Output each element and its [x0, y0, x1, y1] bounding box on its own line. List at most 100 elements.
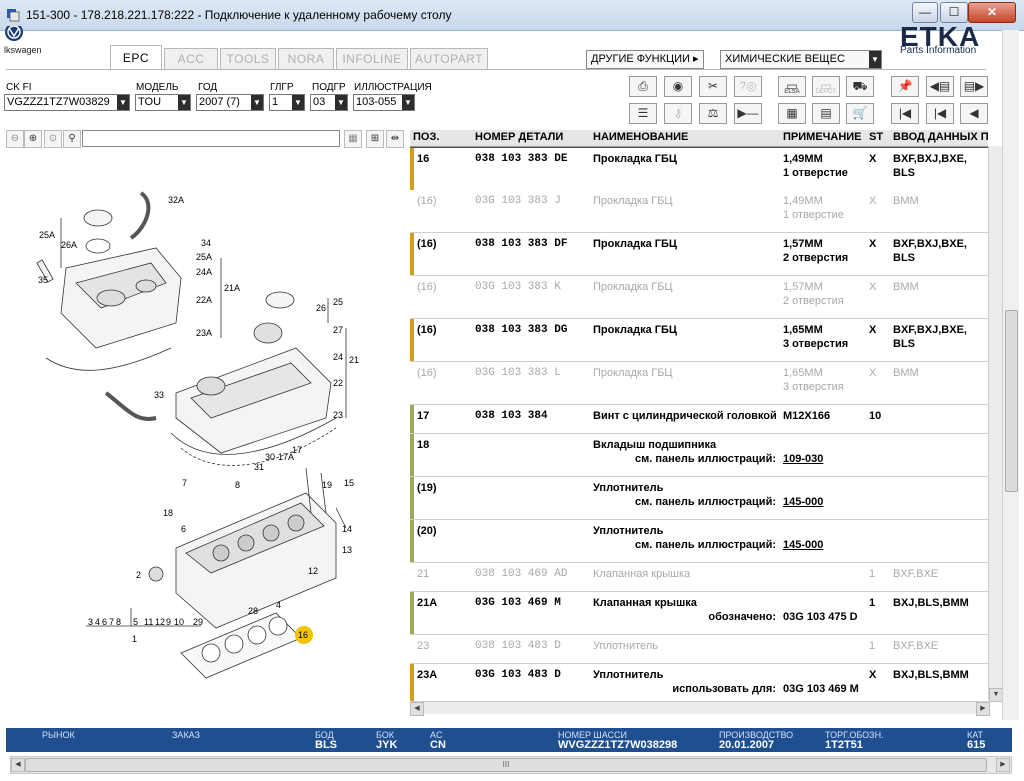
- row-marker: [410, 563, 414, 591]
- cell-input: BXF,BXJ,BXE,: [893, 153, 967, 165]
- table-row[interactable]: (20) Уплотнитель см. панель иллюстраций: 14…: [410, 520, 988, 563]
- prev-page-button[interactable]: ◀▤: [926, 76, 954, 97]
- illustration-search-input[interactable]: [82, 130, 340, 147]
- cell-name: Прокладка ГБЦ: [593, 324, 677, 336]
- model-select[interactable]: TOU ▼: [135, 94, 191, 111]
- other-functions-button[interactable]: ДРУГИЕ ФУНКЦИИ ▸: [586, 50, 704, 69]
- col-part-number[interactable]: НОМЕР ДЕТАЛИ: [475, 131, 563, 143]
- table-row[interactable]: (16) 03G 103 383 L Прокладка ГБЦ 1,65MM 3 от…: [410, 362, 988, 405]
- cart-button[interactable]: 🛒: [846, 103, 874, 124]
- col-note[interactable]: ПРИМЕЧАНИЕ: [783, 131, 862, 143]
- table-row[interactable]: (19) Уплотнитель см. панель иллюстраций: 14…: [410, 477, 988, 520]
- table-row[interactable]: 21A 03G 103 469 M Клапанная крышка 1 BXJ,BLS…: [410, 592, 988, 635]
- tab-autopart[interactable]: AUTOPART: [410, 48, 488, 70]
- close-button[interactable]: ✕: [968, 2, 1016, 23]
- zoom-fit-icon[interactable]: ⊙: [44, 130, 62, 148]
- cell-note: 1,65MM: [783, 324, 823, 336]
- scroll-left-icon[interactable]: ◀: [410, 702, 424, 716]
- cell-ref-label: см. панель иллюстраций:: [635, 453, 776, 465]
- cell-pos: (16): [417, 195, 437, 207]
- back-button[interactable]: |◀: [926, 103, 954, 124]
- col-st[interactable]: ST: [869, 131, 883, 143]
- illustration-link[interactable]: 145-000: [783, 538, 823, 552]
- help-button[interactable]: ?◎: [734, 76, 762, 97]
- tab-epc[interactable]: EPC: [110, 45, 162, 71]
- key-button[interactable]: ⚷: [664, 103, 692, 124]
- cell-name: Винт с цилиндрической головкой: [593, 410, 777, 422]
- scroll-down-icon[interactable]: ▼: [989, 688, 1003, 702]
- notes-button[interactable]: ▤: [812, 103, 840, 124]
- col-name[interactable]: НАИМЕНОВАНИЕ: [593, 131, 688, 143]
- tab-tools[interactable]: TOOLS: [220, 48, 276, 70]
- remote-horizontal-scrollbar[interactable]: ◀ III ▶: [10, 756, 1012, 774]
- table-row[interactable]: (16) 038 103 383 DG Прокладка ГБЦ 1,65MM 3 о…: [410, 319, 988, 362]
- table-vertical-scrollbar[interactable]: ▼: [988, 146, 1003, 702]
- window-title: 151-300 - 178.218.221.178:222 - Подключе…: [26, 8, 452, 22]
- callout-label: 6: [102, 617, 107, 627]
- tab-acc[interactable]: ACC: [164, 48, 218, 70]
- tools-button[interactable]: ✂: [699, 76, 727, 97]
- tab-nora[interactable]: NORA: [278, 48, 334, 70]
- cart-add-button[interactable]: ⛟: [846, 76, 874, 97]
- elsa-button[interactable]: ▭ ELSA: [778, 76, 806, 97]
- year-select[interactable]: 2007 (7) ▼: [196, 94, 264, 111]
- window-titlebar[interactable]: 151-300 - 178.218.221.178:222 - Подключе…: [0, 0, 1024, 31]
- illustration-select[interactable]: 103-055 ▼: [353, 94, 415, 111]
- disc-button[interactable]: ◉: [664, 76, 692, 97]
- depot-button[interactable]: ▭ DEPOT: [812, 76, 840, 97]
- chemicals-dropdown[interactable]: ХИМИЧЕСКИЕ ВЕЩЕС ▼: [720, 50, 882, 69]
- table-row[interactable]: 18 Вкладыш подшипника см. панель иллюстрац…: [410, 434, 988, 477]
- table-row[interactable]: 23 038 103 483 D Уплотнитель 1 BXF,BXE: [410, 635, 988, 664]
- vin-select[interactable]: VGZZZ1TZ7W03829 ▼: [4, 94, 130, 111]
- table-row[interactable]: 16 038 103 383 DE Прокладка ГБЦ 1,49MM 1 отв…: [410, 147, 989, 191]
- table-row[interactable]: 21 038 103 469 AD Клапанная крышка 1 BXF,BXE: [410, 563, 988, 592]
- maximize-button[interactable]: ☐: [940, 2, 968, 23]
- collapse-button[interactable]: ▶—: [734, 103, 762, 124]
- first-button[interactable]: |◀: [891, 103, 919, 124]
- search-icon[interactable]: ⚲: [63, 130, 81, 148]
- grid-disabled-icon[interactable]: ▦: [344, 130, 362, 148]
- split-view-icon[interactable]: ⊞: [366, 130, 384, 148]
- next-page-button[interactable]: ▤▶: [960, 76, 988, 97]
- col-input[interactable]: ВВОД ДАННЫХ ПО: [893, 131, 988, 143]
- scroll-thumb[interactable]: [1005, 310, 1018, 492]
- pin-button[interactable]: 📌: [891, 76, 919, 97]
- triangle-left-icon: ◀: [969, 106, 979, 120]
- cell-note: 1,65MM: [783, 367, 823, 379]
- callout-label: 7: [109, 617, 114, 627]
- cell-name: Прокладка ГБЦ: [593, 195, 673, 207]
- print-button[interactable]: ⎙: [629, 76, 657, 97]
- list-button[interactable]: ☰: [629, 103, 657, 124]
- scroll-right-icon[interactable]: ▶: [996, 758, 1010, 772]
- order-button[interactable]: ▦: [778, 103, 806, 124]
- minimize-button[interactable]: —: [912, 2, 938, 23]
- main-group-select[interactable]: 1 ▼: [269, 94, 305, 111]
- scroll-right-icon[interactable]: ▶: [976, 702, 990, 716]
- model-value: TOU: [138, 96, 162, 108]
- table-row[interactable]: (16) 03G 103 383 K Прокладка ГБЦ 1,57MM 2 от…: [410, 276, 988, 319]
- zoom-area-icon[interactable]: ⊕: [24, 130, 42, 148]
- trade-value: 1T2T51: [825, 739, 863, 751]
- window-vertical-scrollbar[interactable]: [1002, 30, 1019, 720]
- chevron-down-icon: ▼: [335, 95, 347, 110]
- col-pos[interactable]: ПОЗ.: [413, 131, 439, 143]
- chevron-down-icon: ▼: [869, 51, 881, 68]
- order-label: ЗАКАЗ: [172, 730, 201, 740]
- balance-button[interactable]: ⚖: [699, 103, 727, 124]
- table-row[interactable]: (16) 038 103 383 DF Прокладка ГБЦ 1,57MM 2 о…: [410, 233, 988, 276]
- page-right-icon: ▤▶: [963, 79, 985, 93]
- cell-pos: (19): [417, 482, 437, 494]
- resize-icon[interactable]: ⇹: [386, 130, 404, 148]
- illustration-link[interactable]: 145-000: [783, 495, 823, 509]
- scroll-left-icon[interactable]: ◀: [11, 758, 25, 772]
- table-row[interactable]: 17 038 103 384 Винт с цилиндрической голов…: [410, 405, 988, 434]
- exploded-diagram[interactable]: 32A 25A 26A 34 25A 24A 21A 35 22A 23A 25…: [6, 148, 406, 708]
- illustration-link[interactable]: 109-030: [783, 452, 823, 466]
- tab-infoline[interactable]: INFOLINE: [336, 48, 408, 70]
- prev-button[interactable]: ◀: [960, 103, 988, 124]
- scroll-thumb[interactable]: III: [25, 758, 987, 772]
- zoom-out-icon[interactable]: ⊖: [6, 130, 24, 148]
- sub-group-select[interactable]: 03 ▼: [310, 94, 348, 111]
- table-row[interactable]: (16) 03G 103 383 J Прокладка ГБЦ 1,49MM 1 от…: [410, 190, 988, 233]
- table-horizontal-scrollbar[interactable]: ◀ ▶: [410, 701, 990, 716]
